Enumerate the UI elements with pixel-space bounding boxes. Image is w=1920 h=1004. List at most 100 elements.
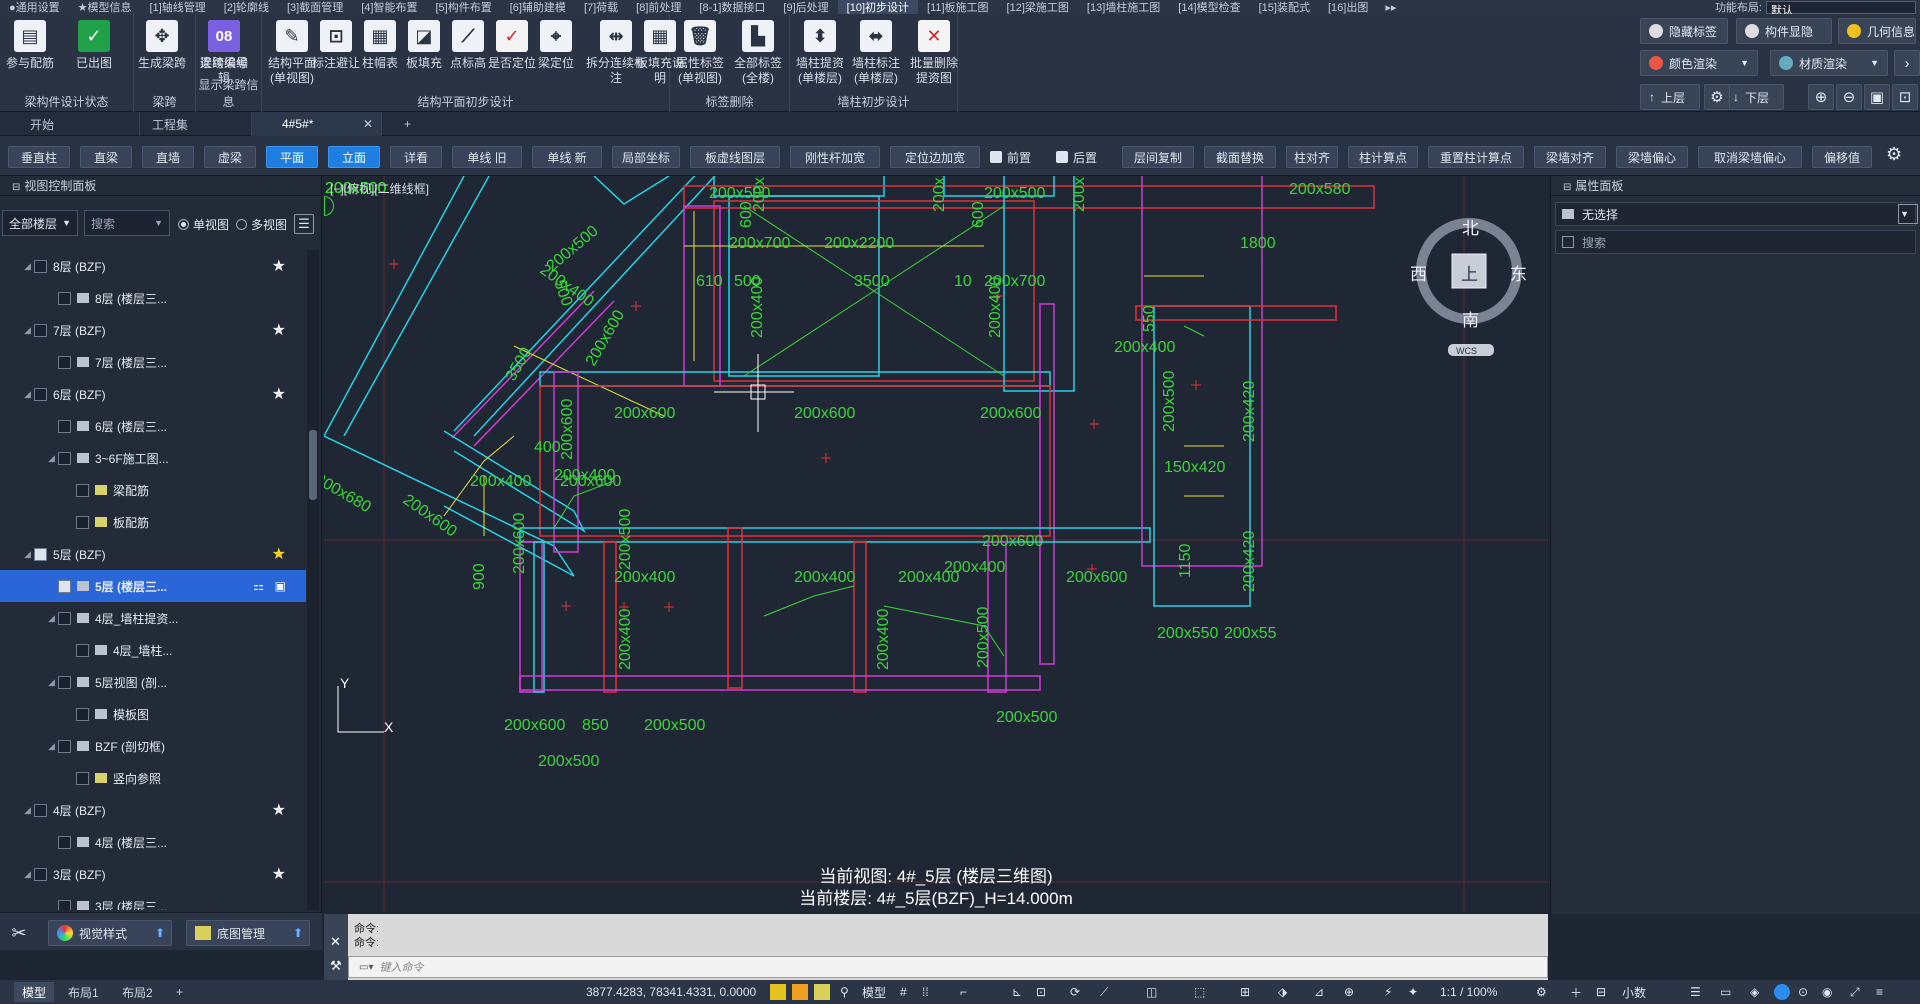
expand-icon[interactable]: › <box>1894 50 1920 76</box>
ribbon-tab[interactable]: [14]模型检查 <box>1169 0 1249 15</box>
ribbon-tab[interactable]: [11]板施工图 <box>918 0 998 15</box>
wrench-icon[interactable]: ⚒ <box>330 958 342 974</box>
command-button[interactable]: 虚梁 <box>204 146 256 168</box>
ribbon-tab[interactable]: [8-1]数据接口 <box>690 0 774 15</box>
osnap-icon[interactable]: ⊡ <box>1036 982 1046 1002</box>
command-button[interactable]: 垂直柱 <box>8 146 70 168</box>
command-button[interactable]: 立面 <box>328 146 380 168</box>
tree-node[interactable]: ◢ BZF (剖切框) <box>0 730 306 762</box>
ortho-icon[interactable]: ⌐ <box>960 982 967 1002</box>
tree-node[interactable]: ◢ 5层视图 (剖... <box>0 666 306 698</box>
polar-icon[interactable]: ⊾ <box>1012 982 1022 1002</box>
compass-west[interactable]: 西 <box>1410 260 1427 285</box>
command-button[interactable]: 梁墙偏心 <box>1616 146 1688 168</box>
tree-node[interactable]: 模板图 <box>0 698 306 730</box>
expand-toggle-icon[interactable]: ◢ <box>48 741 58 752</box>
tree-search-input[interactable]: 搜索 ▼ <box>84 210 170 236</box>
ribbon-button[interactable]: ⬌ 墙柱标注(单楼层) <box>852 20 900 86</box>
quick-select-icon[interactable] <box>1898 204 1918 224</box>
tree-checkbox[interactable] <box>34 867 47 881</box>
tree-node[interactable]: ◢ 6层 (BZF) ★ <box>0 378 306 410</box>
doc-tab-project-set[interactable]: 工程集 <box>122 112 252 136</box>
command-button[interactable]: 层间复制 <box>1122 146 1194 168</box>
expand-toggle-icon[interactable]: ◢ <box>48 613 58 624</box>
ribbon-tab[interactable]: [1]轴线管理 <box>141 0 215 15</box>
tree-node[interactable]: 7层 (楼层三... <box>0 346 306 378</box>
tree-checkbox[interactable] <box>76 707 89 721</box>
expand-toggle-icon[interactable]: ◢ <box>24 805 34 816</box>
command-button[interactable]: 柱对齐 <box>1286 146 1338 168</box>
units-icon[interactable]: ⊟ <box>1596 982 1606 1002</box>
ribbon-button[interactable]: ✓ 已出图 <box>70 20 118 71</box>
ribbon-button[interactable]: ⬍ 墙柱提资(单楼层) <box>796 20 844 86</box>
base-drawing-button[interactable]: 底图管理 ⬆ <box>186 920 310 946</box>
dynamic-ucs-icon[interactable]: ⬗ <box>1278 982 1287 1002</box>
compass-north[interactable]: 北 <box>1462 214 1479 239</box>
space-mode[interactable]: 模型 <box>862 982 886 1002</box>
ribbon-button[interactable]: ◪ 板填充 <box>400 20 448 71</box>
command-button[interactable]: 截面替换 <box>1204 146 1276 168</box>
tree-node[interactable]: 3层 (楼层三... <box>0 890 306 910</box>
command-button[interactable]: 重置柱计算点 <box>1428 146 1524 168</box>
monitor-icon[interactable]: ▭ <box>1720 982 1731 1002</box>
layout-tab-model[interactable]: 模型 <box>14 982 55 1002</box>
selection-cycle-icon[interactable]: ⬚ <box>1194 982 1205 1002</box>
tree-checkbox[interactable] <box>34 259 47 273</box>
workspace-icon[interactable]: ⊕ <box>1344 982 1354 1002</box>
command-button[interactable]: 定位边加宽 <box>890 146 980 168</box>
compass-south[interactable]: 南 <box>1462 306 1479 331</box>
snap-icon[interactable] <box>770 984 786 1000</box>
ribbon-tab[interactable]: [7]荷载 <box>575 0 627 15</box>
tree-node[interactable]: 4层_墙柱... <box>0 634 306 666</box>
geometry-info-button[interactable]: 几何信息 <box>1838 18 1916 44</box>
hide-labels-button[interactable]: 隐藏标签 <box>1640 18 1728 44</box>
transparency-icon[interactable]: ◫ <box>1146 982 1157 1002</box>
tree-checkbox[interactable] <box>34 387 47 401</box>
tree-checkbox[interactable] <box>76 515 89 529</box>
tree-checkbox[interactable] <box>58 451 71 465</box>
properties-icon[interactable]: ☰ <box>1690 982 1701 1002</box>
add-layout-button[interactable]: + <box>168 982 191 1002</box>
property-search-input[interactable]: 搜索 <box>1555 230 1916 254</box>
gear-icon[interactable]: ⚙ <box>1886 144 1902 165</box>
ribbon-tab[interactable]: [13]墙柱施工图 <box>1078 0 1169 15</box>
tree-checkbox[interactable] <box>58 291 71 305</box>
wcs-badge[interactable]: WCS <box>1456 346 1477 356</box>
favorite-star-icon[interactable]: ★ <box>272 384 286 404</box>
plus-icon[interactable]: ＋ <box>1570 982 1582 1002</box>
zoom-in-icon[interactable]: ⊕ <box>1808 84 1834 110</box>
lineweight-icon[interactable]: ⟋ <box>1100 982 1108 1002</box>
close-icon[interactable]: ✕ <box>330 934 341 950</box>
ribbon-button[interactable]: ⊡ 标注避让 <box>312 20 360 71</box>
ribbon-tab[interactable]: [3]截面管理 <box>278 0 352 15</box>
tree-checkbox[interactable] <box>58 579 71 593</box>
command-button[interactable]: 直梁 <box>80 146 132 168</box>
expand-toggle-icon[interactable]: ◢ <box>24 549 34 560</box>
view-mode-label[interactable]: [−][俯视][二维线框] <box>330 180 429 197</box>
tree-checkbox[interactable] <box>58 419 71 433</box>
customize-icon[interactable]: ≡ <box>1876 982 1883 1002</box>
tree-node[interactable]: ◢ 7层 (BZF) ★ <box>0 314 306 346</box>
annotation-scale[interactable]: 1:1 / 100% <box>1440 982 1497 1002</box>
units-select[interactable]: 小数 <box>1622 982 1682 1002</box>
tree-checkbox[interactable] <box>58 675 71 689</box>
command-button[interactable]: 局部坐标 <box>612 146 680 168</box>
command-button[interactable]: 取消梁墙偏心 <box>1698 146 1802 168</box>
save-view-icon[interactable]: ▣ <box>275 579 286 593</box>
ribbon-button[interactable]: ⌖ 梁定位 <box>532 20 580 71</box>
favorite-star-icon[interactable]: ★ <box>272 864 286 884</box>
ribbon-tab[interactable]: [12]梁施工图 <box>998 0 1078 15</box>
ribbon-button[interactable]: ▦ 柱帽表 <box>356 20 404 71</box>
tree-node[interactable]: 8层 (楼层三... <box>0 282 306 314</box>
annotation-visibility-icon[interactable]: ⚡ <box>1384 982 1392 1002</box>
tree-node[interactable]: ◢ 8层 (BZF) ★ <box>0 250 306 282</box>
command-button[interactable]: 刚性杆加宽 <box>790 146 880 168</box>
tree-checkbox[interactable] <box>76 771 89 785</box>
command-button[interactable]: 单线 旧 <box>452 146 522 168</box>
expand-toggle-icon[interactable]: ◢ <box>48 453 58 464</box>
command-button[interactable]: 单线 新 <box>532 146 602 168</box>
tree-scrollbar[interactable] <box>307 250 319 910</box>
tree-checkbox[interactable] <box>58 835 71 849</box>
expand-toggle-icon[interactable]: ◢ <box>24 325 34 336</box>
ribbon-button[interactable]: 🗑 属性标签(单视图) <box>676 20 724 86</box>
